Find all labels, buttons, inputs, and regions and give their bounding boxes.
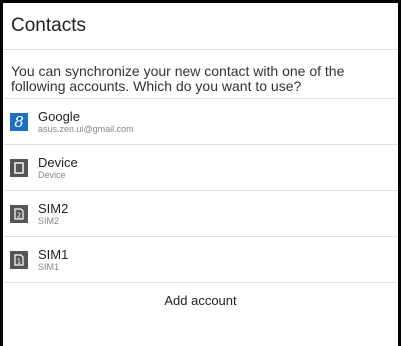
account-name: Google [38,108,80,124]
account-list: 8 Google asus.zen.ui@gmail.com Device De… [3,98,398,282]
account-text: SIM1 SIM1 [38,247,68,273]
account-name: SIM1 [38,246,69,262]
sim-number-label: 2 [17,211,21,219]
sim-card-1-icon: 1 [10,250,28,269]
account-detail: SIM2 [38,215,60,226]
account-name: SIM2 [38,200,69,216]
dialog-message: You can synchronize your new contact wit… [11,63,345,94]
screen-frame: Contacts You can synchronize your new co… [0,0,401,346]
dialog-title: Contacts [11,15,86,36]
account-item-sim1[interactable]: 1 SIM1 SIM1 [3,236,398,282]
account-name: Device [38,154,78,170]
dialog-title-bar: Contacts [3,3,398,50]
add-account-button[interactable]: Add account [3,282,398,318]
account-text: Device Device [38,155,78,181]
sim-card-2-icon: 2 [10,204,28,223]
account-chooser-dialog: Contacts You can synchronize your new co… [3,3,398,346]
account-text: SIM2 SIM2 [38,201,68,227]
account-item-google[interactable]: 8 Google asus.zen.ui@gmail.com [3,98,398,144]
account-detail: Device [38,169,66,180]
sim-number-label: 1 [17,257,21,265]
account-detail: SIM1 [38,261,60,272]
account-text: Google asus.zen.ui@gmail.com [38,109,134,135]
phone-device-icon [10,158,28,177]
account-item-device[interactable]: Device Device [3,144,398,190]
account-item-sim2[interactable]: 2 SIM2 SIM2 [3,190,398,236]
account-detail: asus.zen.ui@gmail.com [38,123,134,134]
google-icon: 8 [10,112,28,131]
